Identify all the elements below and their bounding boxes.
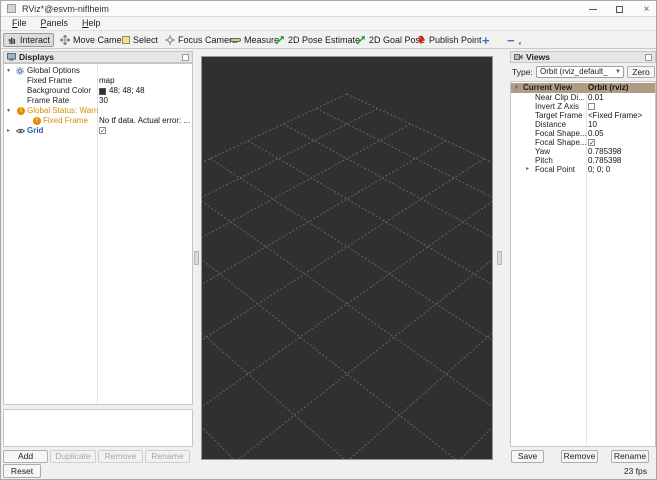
green-arrow-icon [356,35,366,45]
rename-button: Rename [145,450,190,463]
tree-row-target-frame[interactable]: Target Frame <Fixed Frame> [511,111,655,120]
tree-row-focal-shape-size[interactable]: Focal Shape... 0.05 [511,129,655,138]
grid-3d [202,93,492,459]
displays-float-button[interactable] [182,54,189,61]
grid-enabled-checkbox[interactable]: ✓ [99,127,106,135]
menu-help[interactable]: Help [75,17,108,30]
expander-icon[interactable]: ▾ [515,83,518,93]
minimize-icon[interactable] [587,4,598,15]
tool-publish-point[interactable]: Publish Point [413,33,485,47]
tool-2d-pose-estimate[interactable]: 2D Pose Estimate [272,33,363,47]
views-type-row: Type: Orbit (rviz_default_ ▼ Zero [510,65,656,80]
displays-panel-title: Displays [19,52,54,62]
crosshair-icon [165,35,175,45]
tree-row-global-status[interactable]: ▾ ! Global Status: Warn [4,106,192,116]
background-color-value[interactable]: 48; 48; 48 [109,86,145,96]
right-splitter-handle[interactable] [497,251,502,265]
hand-icon [7,35,17,45]
title-bar: RViz*@esvm-niflheim × [1,1,656,17]
tree-row-fixed-frame[interactable]: Fixed Frame map [4,76,192,86]
tool-remove[interactable]: − ▾ [504,32,524,48]
toolbar: Interact Move Camera Select Focus Camera… [1,30,656,49]
displays-panel-header: Displays [3,51,193,63]
tree-row-current-view[interactable]: ▾ Current View Orbit (rviz) [511,83,655,93]
view-type-combobox[interactable]: Orbit (rviz_default_ ▼ [536,66,624,78]
tree-row-grid[interactable]: ▸ Grid ✓ [4,126,192,136]
warning-icon: ! [17,107,25,115]
display-description-box [3,409,193,447]
tool-interact[interactable]: Interact [3,33,55,47]
color-swatch [99,87,106,95]
views-float-button[interactable] [645,54,652,61]
yellow-box-icon [122,36,130,44]
reset-button[interactable]: Reset [3,464,41,478]
zero-button[interactable]: Zero [627,66,655,78]
add-button[interactable]: Add [3,450,48,463]
status-message: No tf data. Actual error: ... [99,116,191,125]
chevron-down-icon: ▾ [518,41,522,47]
menu-bar: File Panels Help [1,17,656,30]
tree-row-focal-shape-fixed[interactable]: Focal Shape... ✓ [511,138,655,147]
displays-tree: ▾ Global Options Fixed Frame map Backgro… [3,63,193,405]
tree-row-status-fixed-frame[interactable]: ! Fixed Frame No tf data. Actual error: … [4,116,192,126]
move-arrows-icon [60,35,70,45]
focal-shape-checkbox[interactable]: ✓ [588,138,595,147]
minus-icon: − [507,32,515,48]
tree-row-near-clip[interactable]: Near Clip Di... 0.01 [511,93,655,102]
duplicate-button: Duplicate [50,450,96,463]
tree-row-frame-rate[interactable]: Frame Rate 30 [4,96,192,106]
save-button[interactable]: Save [511,450,544,463]
menu-panels[interactable]: Panels [34,17,76,30]
app-icon [7,4,16,13]
expander-icon[interactable]: ▾ [7,66,10,76]
expander-icon[interactable]: ▸ [7,126,10,136]
invert-z-checkbox[interactable] [588,102,595,110]
fps-counter: 23 fps [623,466,647,476]
remove-button: Remove [98,450,143,463]
tree-row-pitch[interactable]: Pitch 0.785398 [511,156,655,165]
views-tree: ▾ Current View Orbit (rviz) Near Clip Di… [510,81,656,447]
frame-rate-value[interactable]: 30 [99,96,108,106]
tree-row-focal-point[interactable]: ▸ Focal Point 0; 0; 0 [511,165,655,174]
tree-row-background-color[interactable]: Background Color 48; 48; 48 [4,86,192,96]
views-panel-title: Views [526,52,550,62]
rviz-window: RViz*@esvm-niflheim × File Panels Help I… [0,0,657,480]
tool-select[interactable]: Select [119,33,161,47]
render-viewport[interactable] [201,56,493,460]
plus-icon: + [482,32,490,48]
window-title: RViz*@esvm-niflheim [22,3,109,14]
chevron-down-icon: ▼ [615,69,621,75]
maximize-icon[interactable] [614,4,625,15]
expander-icon[interactable]: ▾ [7,106,10,116]
ruler-icon [230,38,241,42]
menu-file[interactable]: File [5,17,34,30]
warning-icon: ! [33,117,41,125]
tool-add[interactable]: + [479,32,493,48]
views-panel-icon [513,52,523,62]
views-remove-button[interactable]: Remove [561,450,598,463]
fixed-frame-value[interactable]: map [99,76,115,86]
tree-row-global-options[interactable]: ▾ Global Options [4,66,192,76]
tree-row-invert-z[interactable]: Invert Z Axis [511,102,655,111]
eye-icon [15,127,26,137]
green-arrow-icon [275,35,285,45]
red-pin-icon [416,35,426,45]
left-splitter-handle[interactable] [194,251,199,265]
displays-panel-icon [6,52,16,62]
views-panel-header: Views [510,51,656,63]
expander-icon[interactable]: ▸ [526,165,529,174]
type-label: Type: [512,67,533,77]
tree-row-yaw[interactable]: Yaw 0.785398 [511,147,655,156]
tree-row-distance[interactable]: Distance 10 [511,120,655,129]
close-icon[interactable]: × [641,4,652,15]
views-rename-button[interactable]: Rename [611,450,649,463]
